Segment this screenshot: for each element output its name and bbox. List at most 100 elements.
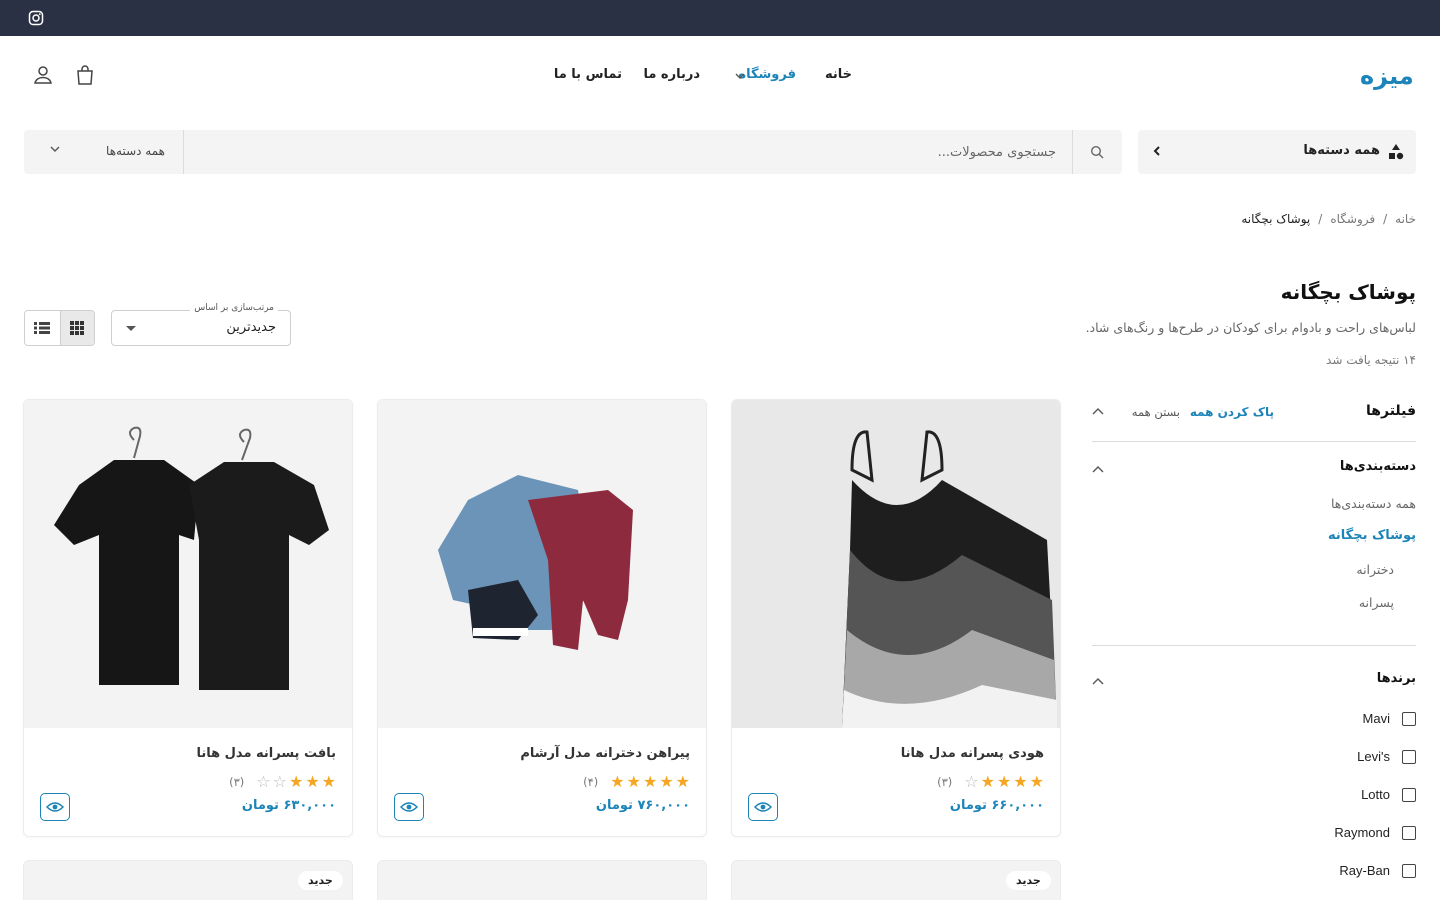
collapse-all-button[interactable]: بستن همه bbox=[1132, 405, 1180, 419]
star-icon: ★ bbox=[1013, 772, 1028, 791]
brand-option[interactable]: Mavi bbox=[1316, 711, 1416, 729]
cart-icon[interactable] bbox=[74, 64, 96, 86]
product-card[interactable]: جدید bbox=[731, 860, 1061, 900]
product-card[interactable]: هودی پسرانه مدل هانا ★ ★ ★ ★ ☆ (۳) ۶۶۰,۰… bbox=[731, 399, 1061, 837]
half-star-icon: ☆ bbox=[964, 772, 979, 791]
categories-filter-title[interactable]: دسته‌بندی‌ها bbox=[1340, 459, 1416, 474]
breadcrumb-current: پوشاک بچگانه bbox=[1241, 212, 1311, 226]
list-view-button[interactable] bbox=[25, 311, 60, 345]
sort-label: مرتب‌سازی بر اساس bbox=[190, 303, 278, 313]
star-icon: ★ bbox=[321, 772, 336, 791]
eye-icon bbox=[754, 802, 772, 812]
site-logo[interactable]: ریزه میزه bbox=[1312, 54, 1440, 94]
category-link-active[interactable]: پوشاک بچگانه bbox=[1328, 528, 1416, 543]
product-price: ۷۶۰,۰۰۰ تومان bbox=[595, 798, 690, 813]
list-icon bbox=[34, 322, 51, 334]
star-icon: ★ bbox=[626, 772, 641, 791]
star-icon: ★ bbox=[675, 772, 690, 791]
search-scope-label: همه دسته‌ها bbox=[106, 144, 165, 158]
brand-checkbox[interactable] bbox=[1402, 750, 1416, 764]
brand-name: Ray-Ban bbox=[1339, 863, 1390, 878]
brand-checkbox[interactable] bbox=[1402, 864, 1416, 878]
product-name[interactable]: هودی پسرانه مدل هانا bbox=[901, 746, 1044, 761]
new-badge: جدید bbox=[1006, 871, 1051, 890]
star-icon: ★ bbox=[642, 772, 658, 791]
breadcrumb-separator: / bbox=[1318, 212, 1323, 226]
clear-all-filters-button[interactable]: پاک کردن همه bbox=[1190, 405, 1274, 419]
brand-option[interactable]: Lotto bbox=[1316, 787, 1416, 805]
chevron-left-icon bbox=[1153, 146, 1160, 156]
star-icon: ★ bbox=[996, 772, 1012, 791]
brand-name: Levi's bbox=[1357, 749, 1390, 764]
product-image[interactable] bbox=[24, 400, 352, 728]
chevron-up-icon[interactable] bbox=[1092, 677, 1104, 685]
brand-option[interactable]: Raymond bbox=[1316, 825, 1416, 843]
product-card[interactable] bbox=[377, 860, 707, 900]
product-image[interactable] bbox=[378, 400, 706, 728]
filters-header: فیلترها پاک کردن همه بستن همه bbox=[1092, 398, 1416, 428]
product-card[interactable]: جدید bbox=[23, 860, 353, 900]
review-count: (۴) bbox=[583, 775, 599, 789]
view-toggle bbox=[24, 310, 95, 346]
brand-checkbox[interactable] bbox=[1402, 826, 1416, 840]
categories-icon bbox=[1389, 144, 1404, 160]
all-categories-menu[interactable]: همه دسته‌ها bbox=[1138, 130, 1416, 174]
chevron-down-icon bbox=[50, 146, 60, 152]
star-icon: ★ bbox=[610, 772, 625, 791]
sort-select[interactable]: مرتب‌سازی بر اساس جدیدترین bbox=[111, 303, 291, 346]
brand-option[interactable]: Levi's bbox=[1316, 749, 1416, 767]
brand-name: Lotto bbox=[1361, 787, 1390, 802]
divider bbox=[1092, 645, 1416, 646]
brand-option[interactable]: Ray-Ban bbox=[1316, 863, 1416, 881]
review-count: (۳) bbox=[937, 775, 953, 789]
star-icon: ★ bbox=[288, 772, 304, 791]
page-title: پوشاک بچگانه bbox=[1280, 280, 1416, 304]
search-button[interactable] bbox=[1072, 130, 1122, 174]
product-card[interactable]: پیراهن دخترانه مدل آرشام ★ ★ ★ ★ ★ (۴) ۷… bbox=[377, 399, 707, 837]
quick-view-button[interactable] bbox=[748, 793, 778, 821]
star-icon: ★ bbox=[1029, 772, 1044, 791]
breadcrumb-shop[interactable]: فروشگاه bbox=[1330, 212, 1375, 226]
product-rating: ★ ★ ★ ☆ ☆ (۳) bbox=[229, 773, 336, 791]
breadcrumb-separator: / bbox=[1383, 212, 1388, 226]
search-input[interactable] bbox=[184, 130, 1070, 174]
search-icon bbox=[1090, 145, 1104, 159]
breadcrumb-home[interactable]: خانه bbox=[1395, 212, 1416, 226]
chevron-down-icon bbox=[735, 73, 745, 79]
nav-about[interactable]: درباره ما bbox=[643, 67, 700, 82]
quick-view-button[interactable] bbox=[394, 793, 424, 821]
search-bar: همه دسته‌ها bbox=[24, 130, 1122, 174]
product-price: ۶۶۰,۰۰۰ تومان bbox=[949, 798, 1044, 813]
product-name[interactable]: بافت پسرانه مدل هانا bbox=[196, 746, 336, 761]
chevron-up-icon[interactable] bbox=[1092, 465, 1104, 473]
star-icon: ★ bbox=[659, 772, 674, 791]
product-name[interactable]: پیراهن دخترانه مدل آرشام bbox=[520, 746, 690, 761]
product-rating: ★ ★ ★ ★ ★ (۴) bbox=[583, 773, 690, 791]
category-link[interactable]: همه دسته‌بندی‌ها bbox=[1331, 496, 1416, 511]
category-link[interactable]: دخترانه bbox=[1356, 562, 1394, 577]
nav-shop[interactable]: فروشگاه bbox=[738, 67, 796, 82]
instagram-icon[interactable] bbox=[28, 10, 44, 26]
half-star-icon: ☆ bbox=[272, 772, 287, 791]
user-icon[interactable] bbox=[32, 64, 54, 86]
eye-icon bbox=[400, 802, 418, 812]
eye-icon bbox=[46, 802, 64, 812]
nav-contact[interactable]: تماس با ما bbox=[554, 67, 622, 82]
categories-label: همه دسته‌ها bbox=[1303, 143, 1380, 158]
chevron-up-icon[interactable] bbox=[1092, 407, 1104, 415]
review-count: (۳) bbox=[229, 775, 245, 789]
brand-checkbox[interactable] bbox=[1402, 788, 1416, 802]
header-actions bbox=[32, 64, 96, 86]
product-image[interactable] bbox=[732, 400, 1060, 728]
nav-home[interactable]: خانه bbox=[825, 67, 852, 82]
divider bbox=[1092, 441, 1416, 442]
brand-checkbox[interactable] bbox=[1402, 712, 1416, 726]
product-card[interactable]: بافت پسرانه مدل هانا ★ ★ ★ ☆ ☆ (۳) ۶۳۰,۰… bbox=[23, 399, 353, 837]
category-link[interactable]: پسرانه bbox=[1359, 595, 1394, 610]
grid-view-button[interactable] bbox=[59, 311, 94, 345]
brand-name: Mavi bbox=[1362, 711, 1390, 726]
quick-view-button[interactable] bbox=[40, 793, 70, 821]
brands-filter-title[interactable]: برندها bbox=[1377, 671, 1416, 686]
search-scope-select[interactable]: همه دسته‌ها bbox=[24, 130, 184, 174]
tank-tops-image bbox=[732, 400, 1060, 728]
